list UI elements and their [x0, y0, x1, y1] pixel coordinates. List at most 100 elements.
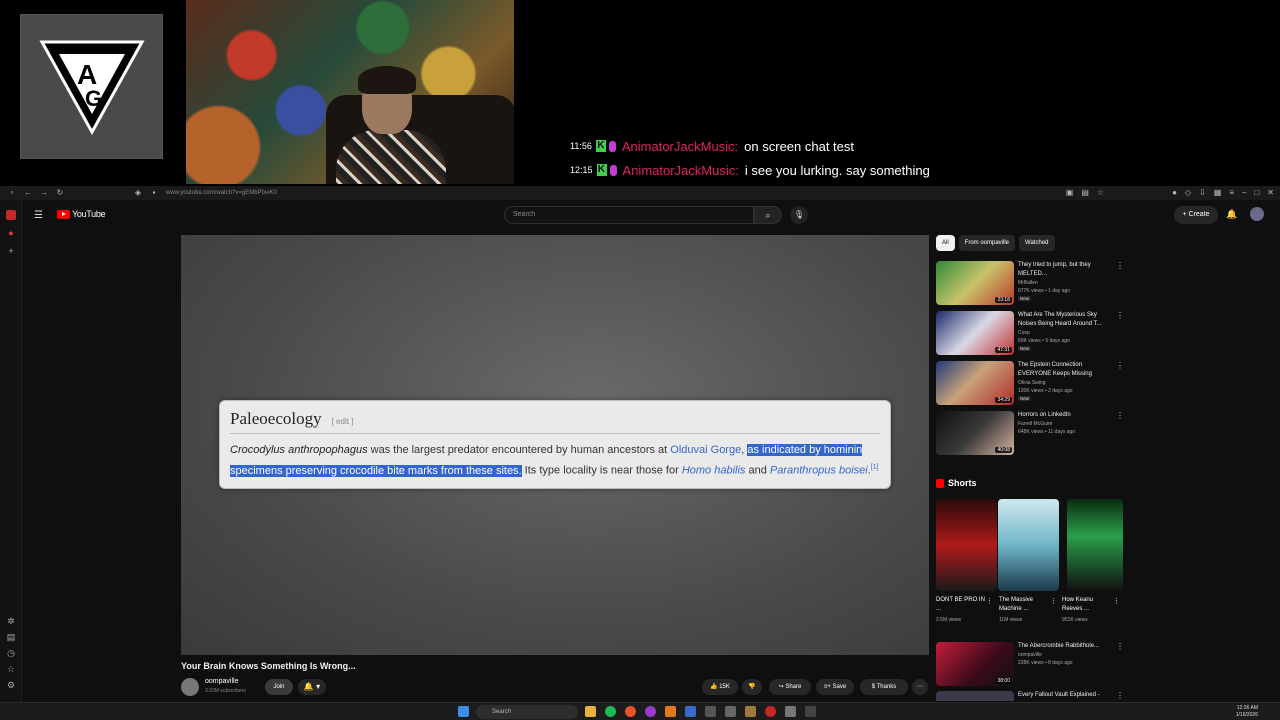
more-options-icon[interactable]: ⋮: [1113, 597, 1120, 605]
rec-title[interactable]: Horrors on LinkedIn: [1018, 411, 1113, 420]
rec-thumbnail[interactable]: 34:29: [936, 361, 1014, 405]
vlc-icon[interactable]: [665, 706, 676, 717]
taskbar-search[interactable]: Search: [476, 705, 578, 719]
subscription-bell-button[interactable]: 🔔 ▾: [298, 679, 326, 695]
more-options-icon[interactable]: ⋮: [1116, 411, 1124, 420]
reader-icon[interactable]: ▤: [1081, 188, 1089, 197]
more-options-icon[interactable]: ⋮: [1116, 691, 1124, 700]
rec-channel[interactable]: MrBallen: [1018, 280, 1038, 286]
rec-channel[interactable]: Olivia Swing: [1018, 380, 1046, 386]
add-tab-icon[interactable]: +: [6, 246, 16, 256]
reload-icon[interactable]: ↻: [56, 189, 64, 197]
app-icon[interactable]: [725, 706, 736, 717]
rec-video[interactable]: Every Fallout Vault Explained - ⋮: [936, 691, 1126, 701]
save-button[interactable]: ≡+ Save: [816, 679, 854, 695]
app-icon[interactable]: [745, 706, 756, 717]
bookmark-icon[interactable]: ☆: [1097, 188, 1104, 197]
rec-video[interactable]: 38:00 The Abercrombie Rabbithole... oomp…: [936, 642, 1126, 688]
menu-icon[interactable]: ≡: [1229, 188, 1234, 197]
rec-video[interactable]: 47:31 What Are The Mysterious Sky Noises…: [936, 311, 1126, 357]
rec-channel[interactable]: Coop: [1018, 330, 1030, 336]
firefox-icon[interactable]: [625, 706, 636, 717]
dislike-button[interactable]: 👎: [742, 679, 762, 695]
short-title[interactable]: DONT BE PRO IN ...: [936, 596, 988, 614]
rec-title[interactable]: The Abercrombie Rabbithole...: [1018, 642, 1113, 651]
spotify-icon[interactable]: [605, 706, 616, 717]
close-icon[interactable]: ✕: [1267, 188, 1274, 197]
create-button[interactable]: + Create: [1174, 206, 1218, 224]
more-options-icon[interactable]: ⋮: [1050, 597, 1057, 605]
rec-title[interactable]: They tried to jump, but they MELTED...: [1018, 261, 1113, 279]
chip-all[interactable]: All: [936, 235, 955, 251]
more-options-icon[interactable]: ⋮: [986, 597, 993, 605]
rec-thumbnail[interactable]: 47:31: [936, 311, 1014, 355]
rec-title[interactable]: What Are The Mysterious Sky Noises Being…: [1018, 311, 1113, 329]
short-thumbnail[interactable]: [1067, 499, 1123, 591]
notes-icon[interactable]: ▤: [6, 632, 16, 642]
tabs-icon[interactable]: ▦: [1214, 188, 1222, 197]
channel-name[interactable]: oompaville: [205, 678, 238, 685]
shield-icon[interactable]: ◈: [134, 189, 142, 197]
sidebar-toggle-icon[interactable]: ▫: [8, 189, 16, 197]
rec-title[interactable]: Every Fallout Vault Explained -: [1018, 691, 1113, 700]
search-button[interactable]: ⌕: [754, 206, 782, 224]
short-title[interactable]: The Massive Machine ...: [999, 596, 1051, 614]
like-button[interactable]: 👍 15K: [702, 679, 738, 695]
profile-icon[interactable]: ●: [1172, 188, 1177, 197]
notifications-icon[interactable]: 🔔: [1226, 209, 1237, 220]
windows-start-icon[interactable]: [458, 706, 469, 717]
more-options-icon[interactable]: ⋮: [1116, 361, 1124, 370]
short-thumbnail[interactable]: [998, 499, 1059, 591]
rec-thumbnail[interactable]: 38:00: [936, 642, 1014, 686]
clock[interactable]: 12:36 AM 1/16/2026: [1236, 705, 1258, 719]
short-title[interactable]: How Keanu Reeves ...: [1062, 596, 1114, 614]
channel-avatar[interactable]: [181, 678, 199, 696]
rec-thumbnail[interactable]: 23:18: [936, 261, 1014, 305]
more-options-icon[interactable]: ⋮: [1116, 311, 1124, 320]
browser-icon[interactable]: [645, 706, 656, 717]
restore-icon[interactable]: □: [1254, 188, 1259, 197]
rec-thumbnail[interactable]: 40:08: [936, 411, 1014, 455]
download-icon[interactable]: ⇩: [1199, 188, 1206, 197]
more-options-icon[interactable]: ⋮: [1116, 261, 1124, 270]
join-button[interactable]: Join: [265, 679, 293, 695]
more-options-icon[interactable]: ⋮: [1116, 642, 1124, 651]
account-avatar[interactable]: [1250, 207, 1264, 221]
shield-icon[interactable]: ◇: [1185, 188, 1191, 197]
rec-channel[interactable]: Farrell McGuire: [1018, 421, 1052, 427]
youtube-logo[interactable]: YouTube: [57, 209, 106, 219]
gear-icon[interactable]: ⚙: [6, 680, 16, 690]
forward-icon[interactable]: →: [40, 189, 48, 197]
rec-video[interactable]: 23:18 They tried to jump, but they MELTE…: [936, 261, 1126, 307]
chip-watched[interactable]: Watched: [1019, 235, 1055, 251]
chip-from-channel[interactable]: From oompaville: [958, 235, 1016, 251]
short-thumbnail[interactable]: [936, 499, 997, 591]
video-player[interactable]: Paleoecology [ edit ] Crocodylus anthrop…: [181, 235, 929, 655]
thanks-button[interactable]: $ Thanks: [860, 679, 908, 695]
history-icon[interactable]: ◷: [6, 648, 16, 658]
hamburger-menu-icon[interactable]: ☰: [34, 210, 43, 221]
app-icon[interactable]: [785, 706, 796, 717]
settings-icon[interactable]: ✲: [6, 616, 16, 626]
more-actions-button[interactable]: ⋯: [912, 679, 928, 695]
back-icon[interactable]: ←: [24, 189, 32, 197]
rec-video[interactable]: 40:08 Horrors on LinkedIn Farrell McGuir…: [936, 411, 1126, 457]
app-icon[interactable]: [705, 706, 716, 717]
rec-video[interactable]: 34:29 The Epstein Connection EVERYONE Ke…: [936, 361, 1126, 407]
extensions-icon[interactable]: ▣: [1066, 188, 1074, 197]
file-explorer-icon[interactable]: [585, 706, 596, 717]
app-icon[interactable]: [685, 706, 696, 717]
app-icon[interactable]: [805, 706, 816, 717]
minimize-icon[interactable]: –: [1242, 188, 1246, 197]
search-input[interactable]: Search: [504, 206, 754, 224]
pinned-tab-icon[interactable]: ●: [6, 228, 16, 238]
share-button[interactable]: ↪ Share: [769, 679, 811, 695]
youtube-tab-icon[interactable]: [6, 210, 16, 220]
rec-title[interactable]: The Epstein Connection EVERYONE Keeps Mi…: [1018, 361, 1113, 379]
url-field[interactable]: www.youtube.com/watch?v=gEMbPfxeK0: [166, 190, 277, 196]
voice-search-button[interactable]: 🎙: [790, 206, 808, 224]
rec-channel[interactable]: oompaville: [1018, 652, 1042, 658]
favorites-icon[interactable]: ☆: [6, 664, 16, 674]
rec-thumbnail[interactable]: [936, 691, 1014, 701]
app-icon[interactable]: [765, 706, 776, 717]
